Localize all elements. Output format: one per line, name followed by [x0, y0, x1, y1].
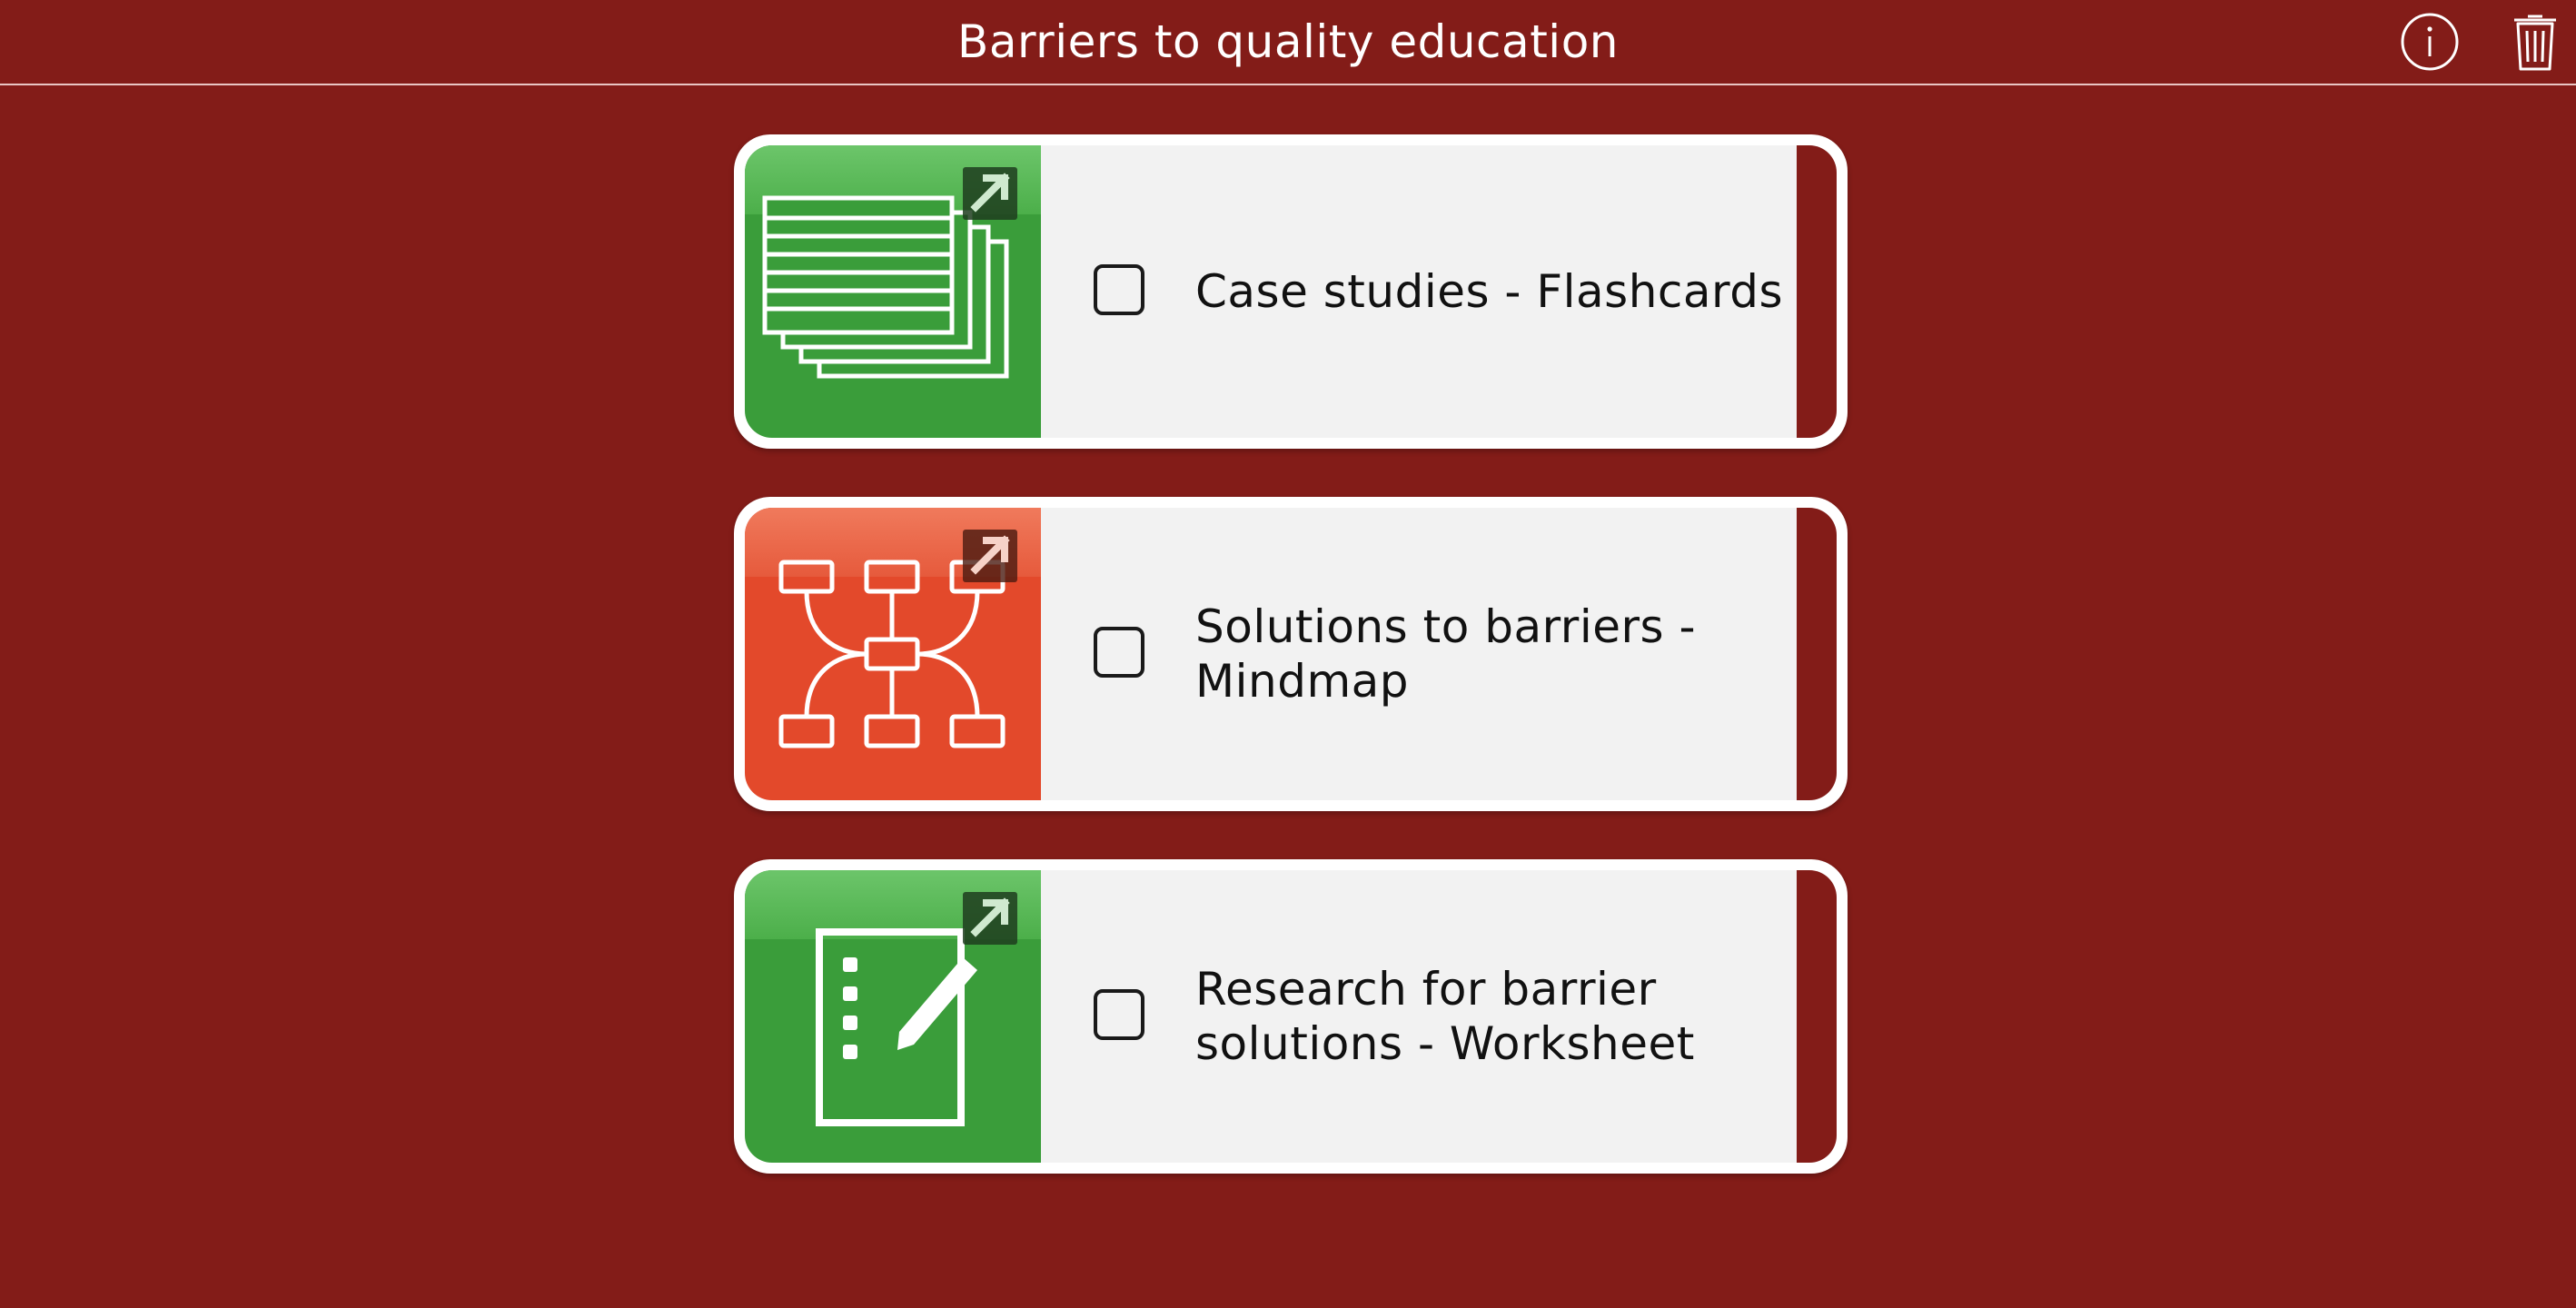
card-body[interactable]: Research for barrier solutions - Workshe…	[1041, 870, 1797, 1163]
launch-arrow-icon	[963, 892, 1017, 945]
activity-label: Solutions to barriers - Mindmap	[1195, 600, 1697, 708]
launch-arrow-icon	[963, 530, 1017, 582]
flashcards-icon	[745, 145, 1041, 438]
card-edge	[1797, 870, 1837, 1163]
mindmap-thumbnail[interactable]	[745, 508, 1041, 800]
activity-card-mindmap[interactable]: Solutions to barriers - Mindmap	[734, 497, 1848, 811]
trash-icon[interactable]	[2503, 9, 2567, 74]
card-edge	[1797, 145, 1837, 438]
activity-label: Case studies - Flashcards	[1195, 265, 1783, 318]
activity-checkbox[interactable]	[1094, 264, 1144, 315]
card-body[interactable]: Case studies - Flashcards	[1041, 145, 1797, 438]
page-title: Barriers to quality education	[957, 15, 1619, 68]
worksheet-icon	[745, 870, 1041, 1163]
activity-checkbox[interactable]	[1094, 627, 1144, 678]
activity-checkbox[interactable]	[1094, 989, 1144, 1040]
activity-list: Case studies - Flashcards Solutions to b…	[734, 134, 1848, 1222]
flashcards-thumbnail[interactable]	[745, 145, 1041, 438]
worksheet-thumbnail[interactable]	[745, 870, 1041, 1163]
launch-arrow-icon	[963, 167, 1017, 220]
card-body[interactable]: Solutions to barriers - Mindmap	[1041, 508, 1797, 800]
activity-card-flashcards[interactable]: Case studies - Flashcards	[734, 134, 1848, 449]
info-icon[interactable]	[2398, 9, 2462, 74]
mindmap-icon	[745, 508, 1041, 800]
activity-label: Research for barrier solutions - Workshe…	[1195, 963, 1695, 1070]
app-header: Barriers to quality education	[0, 0, 2576, 85]
activity-card-worksheet[interactable]: Research for barrier solutions - Workshe…	[734, 859, 1848, 1174]
card-edge	[1797, 508, 1837, 800]
